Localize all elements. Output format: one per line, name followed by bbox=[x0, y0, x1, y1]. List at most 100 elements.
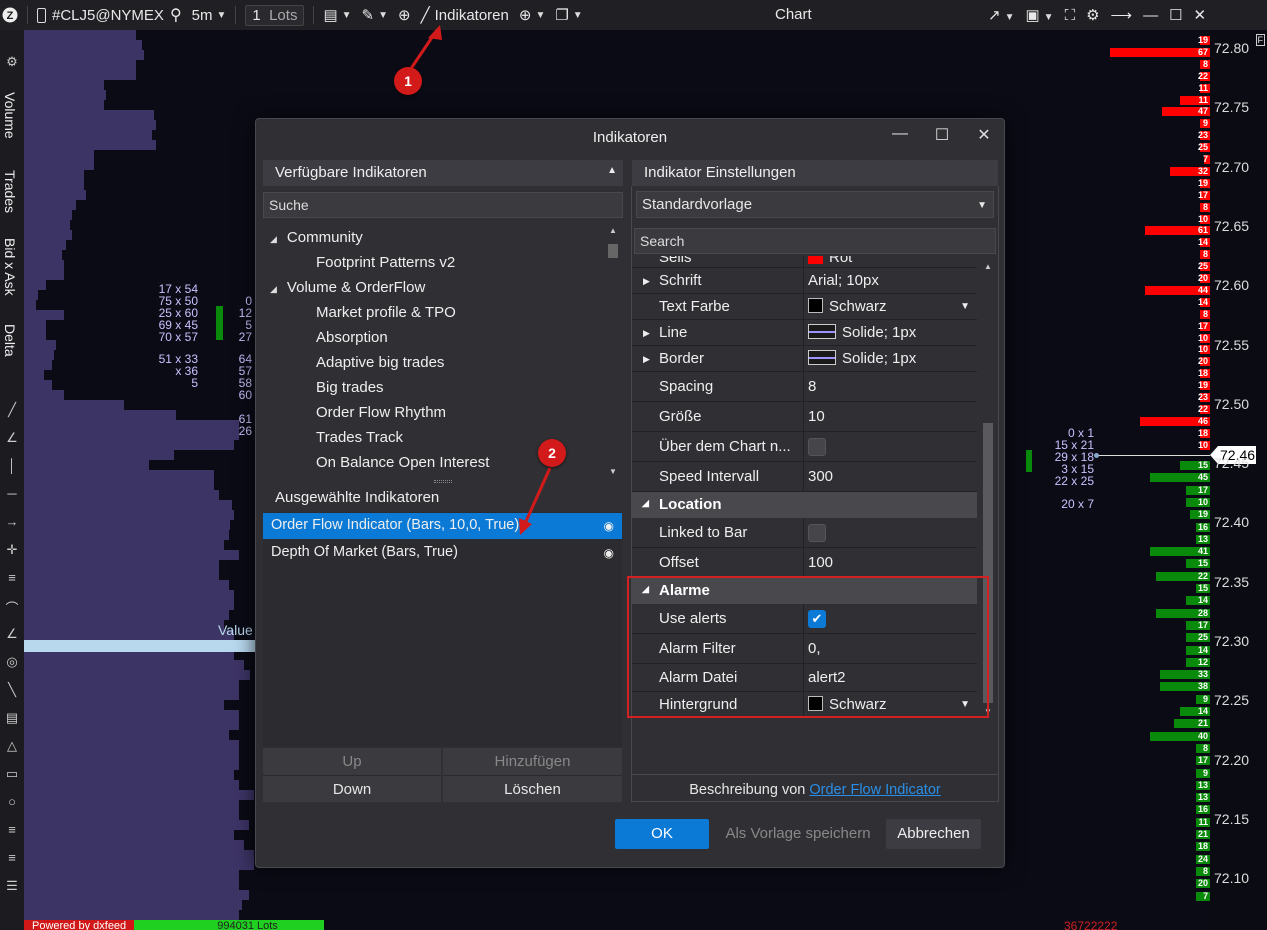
ok-button[interactable]: OK bbox=[615, 819, 709, 849]
zoom-button[interactable]: ⊕ bbox=[393, 0, 416, 30]
arrow-icon[interactable]: → bbox=[4, 514, 20, 529]
save-template-button[interactable]: Als Vorlage speichern bbox=[718, 819, 878, 849]
indicators-button[interactable]: ╱ Indikatoren bbox=[416, 0, 514, 30]
fullscreen-icon[interactable]: ⛶ bbox=[1065, 7, 1076, 24]
property-row[interactable]: ▶ Border Solide; 1px bbox=[632, 346, 977, 372]
channel-icon[interactable]: ≡ bbox=[4, 570, 20, 585]
instrument-selector[interactable]: #CLJ5@NYMEX ⚲ bbox=[32, 0, 187, 30]
expand-icon[interactable]: ▶ bbox=[643, 320, 650, 346]
property-value[interactable]: Rot bbox=[808, 256, 852, 267]
chart-type-button[interactable]: ▤ ▼ bbox=[318, 0, 356, 30]
circle-icon[interactable]: ○ bbox=[4, 794, 20, 809]
fan-icon[interactable]: ∠ bbox=[4, 626, 20, 642]
app-logo-icon[interactable]: Z bbox=[0, 0, 23, 30]
list-icon[interactable]: ≡ bbox=[4, 850, 20, 865]
tree-category[interactable]: ◢ Volume & OrderFlow bbox=[270, 275, 425, 300]
available-indicators-header[interactable]: Verfügbare Indikatoren ▲ bbox=[263, 160, 623, 186]
triangle-icon[interactable]: △ bbox=[4, 738, 20, 754]
close-icon[interactable]: ✕ bbox=[1194, 6, 1207, 24]
close-icon[interactable]: ✕ bbox=[972, 125, 996, 145]
tree-scrollbar[interactable]: ▲ ▼ bbox=[606, 226, 620, 476]
text-align-icon[interactable]: ≡ bbox=[4, 822, 20, 837]
tree-category[interactable]: ◢ Community bbox=[270, 225, 363, 250]
panel-label-delta[interactable]: Delta bbox=[2, 324, 18, 357]
expand-icon[interactable]: ▶ bbox=[643, 268, 650, 294]
property-row[interactable]: Spacing 8 bbox=[632, 372, 977, 402]
property-row[interactable]: Linked to Bar bbox=[632, 518, 977, 548]
checkbox[interactable] bbox=[808, 524, 826, 542]
add-button[interactable]: Hinzufügen bbox=[443, 748, 622, 775]
property-row[interactable]: Offset 100 bbox=[632, 548, 977, 578]
property-value[interactable]: Schwarz ▼ bbox=[808, 294, 976, 320]
description-link[interactable]: Order Flow Indicator bbox=[809, 782, 940, 798]
hatch-icon[interactable]: ▤ bbox=[4, 710, 20, 726]
search-icon[interactable]: ⚲ bbox=[170, 5, 182, 25]
line-tool-icon[interactable]: ╱ bbox=[4, 402, 20, 418]
tree-item[interactable]: Footprint Patterns v2 bbox=[316, 250, 455, 275]
drawing-button[interactable]: ✎ ▼ bbox=[357, 0, 393, 30]
property-value[interactable]: 10 bbox=[808, 402, 825, 432]
crosshair-button[interactable]: ⊕ ▼ bbox=[514, 0, 550, 30]
property-row[interactable]: Text Farbe Schwarz ▼ bbox=[632, 294, 977, 320]
expand-icon[interactable]: ▶ bbox=[643, 346, 650, 372]
tree-item[interactable]: Trades Track bbox=[316, 425, 403, 450]
horizontal-line-icon[interactable]: ─ bbox=[4, 486, 20, 501]
settings-search-input[interactable]: Search bbox=[634, 228, 996, 254]
delete-button[interactable]: Löschen bbox=[443, 775, 622, 802]
tree-item[interactable]: Absorption bbox=[316, 325, 388, 350]
collapse-icon[interactable]: ◢ bbox=[642, 498, 649, 509]
template-select[interactable]: Standardvorlage ▼ bbox=[636, 191, 994, 218]
vertical-line-icon[interactable]: │ bbox=[4, 458, 20, 473]
property-value[interactable]: 8 bbox=[808, 372, 816, 402]
collapse-icon[interactable]: ↗ ▼ bbox=[988, 6, 1014, 24]
maximize-icon[interactable]: ☐ bbox=[1169, 6, 1182, 24]
up-button[interactable]: Up bbox=[263, 748, 441, 775]
tree-item[interactable]: Market profile & TPO bbox=[316, 300, 456, 325]
tree-item[interactable]: On Balance Open Interest bbox=[316, 450, 489, 475]
property-row[interactable]: ▶ Line Solide; 1px bbox=[632, 320, 977, 346]
property-row[interactable]: Über dem Chart n... bbox=[632, 432, 977, 462]
lots-field[interactable]: 1 Lots bbox=[240, 0, 309, 30]
cross-icon[interactable]: ✛ bbox=[4, 542, 20, 558]
selected-indicator-row[interactable]: Depth Of Market (Bars, True) ◉ bbox=[263, 540, 622, 566]
splitter-handle[interactable] bbox=[434, 480, 452, 483]
panel-label-bid-ask[interactable]: Bid x Ask bbox=[2, 238, 18, 296]
expand-icon[interactable]: ◢ bbox=[270, 284, 277, 294]
property-row[interactable]: ▶ Schrift Arial; 10px bbox=[632, 268, 977, 294]
property-category[interactable]: ◢ Location bbox=[632, 492, 977, 518]
angle-tool-icon[interactable]: ∠ bbox=[4, 430, 20, 446]
property-value[interactable]: Arial; 10px bbox=[808, 268, 879, 294]
panel-label-trades[interactable]: Trades bbox=[2, 170, 18, 213]
eye-icon[interactable]: ◉ bbox=[604, 519, 614, 533]
rectangle-icon[interactable]: ▭ bbox=[4, 766, 20, 782]
price-axis[interactable]: F 72.46 72.80 72.75 72.70 72.65 72.60 72.55 72… bbox=[1210, 30, 1267, 930]
expand-icon[interactable]: ◢ bbox=[270, 234, 277, 244]
down-button[interactable]: Down bbox=[263, 775, 441, 802]
property-row[interactable]: Größe 10 bbox=[632, 402, 977, 432]
tree-item[interactable]: Order Flow Rhythm bbox=[316, 400, 446, 425]
property-value[interactable]: 300 bbox=[808, 462, 833, 492]
maximize-icon[interactable]: ☐ bbox=[930, 125, 954, 145]
layout-button[interactable]: ❐ ▼ bbox=[550, 0, 587, 30]
tree-item[interactable]: Big trades bbox=[316, 375, 384, 400]
gear-icon[interactable]: ⚙ bbox=[4, 54, 20, 70]
timeframe-selector[interactable]: 5m ▼ bbox=[187, 0, 232, 30]
property-row[interactable]: Sells Rot bbox=[632, 256, 977, 268]
eye-icon[interactable]: ◉ bbox=[604, 546, 614, 560]
ruler-icon[interactable]: ╲ bbox=[4, 682, 20, 698]
property-value[interactable]: Solide; 1px bbox=[808, 320, 916, 346]
indicator-search-input[interactable]: Suche bbox=[263, 192, 623, 218]
panel-label-volume[interactable]: Volume bbox=[2, 92, 18, 139]
camera-icon[interactable]: ▣ ▼ bbox=[1025, 6, 1053, 24]
curve-icon[interactable]: ⌒ bbox=[4, 598, 20, 617]
bars-icon[interactable]: ☰ bbox=[4, 878, 20, 894]
minimize-icon[interactable]: — bbox=[888, 125, 912, 143]
checkbox[interactable] bbox=[808, 438, 826, 456]
selected-indicator-row[interactable]: Order Flow Indicator (Bars, 10,0, True) ◉ bbox=[263, 513, 622, 539]
cancel-button[interactable]: Abbrechen bbox=[886, 819, 981, 849]
minimize-icon[interactable]: — bbox=[1143, 7, 1158, 24]
tree-item[interactable]: Adaptive big trades bbox=[316, 350, 444, 375]
property-value[interactable]: Solide; 1px bbox=[808, 346, 916, 372]
target-icon[interactable]: ◎ bbox=[4, 654, 20, 670]
gear-icon[interactable]: ⚙ bbox=[1086, 6, 1099, 24]
